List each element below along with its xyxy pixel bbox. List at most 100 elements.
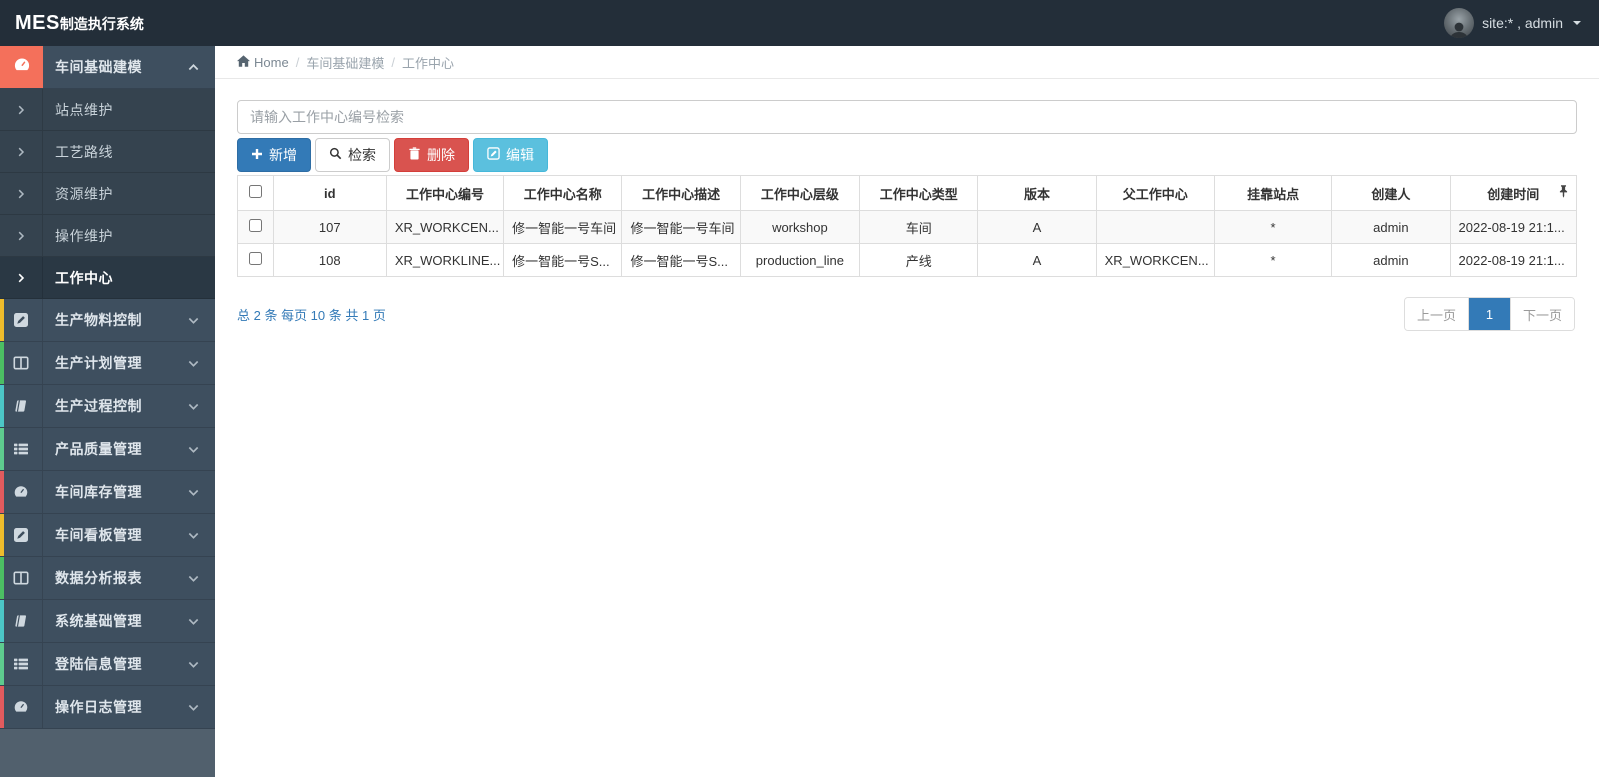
column-header-station[interactable]: 挂靠站点 — [1213, 175, 1333, 211]
sidebar-item-label: 生产计划管理 — [55, 355, 142, 371]
sidebar-item-data-analysis-report[interactable]: 数据分析报表 — [0, 557, 215, 600]
columns-icon — [0, 557, 43, 599]
sidebar-item-operation-log-management[interactable]: 操作日志管理 — [0, 686, 215, 729]
chevron-down-icon — [188, 315, 215, 326]
home-icon — [237, 54, 250, 70]
sidebar-item-process-route[interactable]: 工艺路线 — [0, 131, 215, 173]
sidebar-section-workshop-modeling[interactable]: 车间基础建模 — [0, 46, 215, 89]
app-logo-text: 制造执行系统 — [59, 15, 144, 32]
column-header-level[interactable]: 工作中心层级 — [739, 175, 861, 211]
person-silhouette-icon — [1450, 22, 1468, 38]
pushpin-icon[interactable] — [1559, 185, 1568, 201]
add-button[interactable]: 新增 — [237, 138, 311, 172]
sidebar-item-login-info-management[interactable]: 登陆信息管理 — [0, 643, 215, 686]
pagination-bar: 总 2 条 每页 10 条 共 1 页 上一页 1 下一页 — [237, 297, 1577, 331]
sidebar-item-work-center[interactable]: 工作中心 — [0, 257, 215, 299]
pagination-summary[interactable]: 总 2 条 每页 10 条 共 1 页 — [237, 305, 386, 324]
sidebar-item-production-material-control[interactable]: 生产物料控制 — [0, 299, 215, 342]
work-center-table: id 工作中心编号 工作中心名称 工作中心描述 工作中心层级 工作中心类型 版本… — [237, 175, 1577, 277]
work-center-panel: 新增 检索 删除 编辑 — [215, 79, 1599, 331]
column-header-version[interactable]: 版本 — [977, 175, 1097, 211]
table-row[interactable]: 108 XR_WORKLINE... 修一智能一号S... 修一智能一号S...… — [237, 243, 1577, 277]
breadcrumb-home[interactable]: Home — [237, 55, 289, 70]
chevron-down-icon — [188, 573, 215, 584]
chevron-right-icon — [0, 89, 43, 130]
sidebar-item-production-plan-management[interactable]: 生产计划管理 — [0, 342, 215, 385]
column-header-name[interactable]: 工作中心名称 — [503, 175, 623, 211]
sidebar-item-label: 资源维护 — [55, 185, 113, 202]
search-icon — [329, 147, 342, 163]
th-list-icon — [0, 643, 43, 685]
table-header-row: id 工作中心编号 工作中心名称 工作中心描述 工作中心层级 工作中心类型 版本… — [237, 175, 1577, 211]
sidebar-item-label: 操作日志管理 — [55, 699, 142, 715]
top-navbar: MES制造执行系统 site:* , admin — [0, 0, 1599, 46]
app-logo-bold: MES — [15, 11, 60, 34]
page-1-button[interactable]: 1 — [1467, 298, 1510, 330]
avatar[interactable] — [1444, 8, 1475, 38]
select-all-checkbox[interactable] — [248, 185, 262, 198]
chevron-right-icon — [0, 131, 43, 172]
edit-button[interactable]: 编辑 — [473, 138, 548, 172]
user-menu[interactable]: site:* , admin — [1444, 8, 1599, 38]
column-header-created-time[interactable]: 创建时间 — [1449, 175, 1577, 211]
next-page-button[interactable]: 下一页 — [1509, 298, 1574, 330]
chevron-right-icon — [0, 257, 43, 298]
breadcrumb-level1[interactable]: 车间基础建模 — [306, 53, 384, 72]
column-header-id[interactable]: id — [272, 175, 387, 211]
column-header-type[interactable]: 工作中心类型 — [859, 175, 979, 211]
main-content: Home / 车间基础建模 / 工作中心 新增 检索 删除 编辑 — [215, 46, 1599, 777]
column-header-creator[interactable]: 创建人 — [1331, 175, 1451, 211]
search-input[interactable] — [237, 100, 1577, 134]
sidebar-item-label: 生产过程控制 — [55, 398, 142, 414]
sidebar-item-system-basic-management[interactable]: 系统基础管理 — [0, 600, 215, 643]
sidebar-item-site-maintenance[interactable]: 站点维护 — [0, 89, 215, 131]
chevron-up-icon — [188, 62, 215, 73]
sidebar-item-label: 操作维护 — [55, 227, 113, 244]
column-header-code[interactable]: 工作中心编号 — [385, 175, 505, 211]
sidebar-item-label: 登陆信息管理 — [55, 656, 142, 672]
edit-icon — [487, 147, 500, 163]
table-row[interactable]: 107 XR_WORKCEN... 修一智能一号车间 修一智能一号车间 work… — [237, 210, 1577, 244]
prev-page-button[interactable]: 上一页 — [1404, 298, 1468, 330]
column-header-parent[interactable]: 父工作中心 — [1095, 175, 1215, 211]
sidebar-item-label: 工艺路线 — [55, 143, 113, 160]
search-button[interactable]: 检索 — [315, 138, 390, 172]
breadcrumb-separator: / — [295, 54, 300, 70]
chevron-down-icon — [1573, 21, 1581, 25]
chevron-down-icon — [188, 487, 215, 498]
sidebar-item-resource-maintenance[interactable]: 资源维护 — [0, 173, 215, 215]
breadcrumb-level2: 工作中心 — [401, 55, 454, 71]
chevron-down-icon — [188, 530, 215, 541]
dashboard-icon — [0, 471, 43, 513]
sidebar-item-production-process-control[interactable]: 生产过程控制 — [0, 385, 215, 428]
row-checkbox[interactable] — [248, 252, 262, 265]
sidebar-item-label: 产品质量管理 — [55, 441, 142, 457]
trash-icon — [408, 147, 421, 163]
sidebar-item-workshop-inventory-management[interactable]: 车间库存管理 — [0, 471, 215, 514]
chevron-down-icon — [188, 401, 215, 412]
chevron-right-icon — [0, 215, 43, 256]
delete-button[interactable]: 删除 — [394, 138, 469, 172]
breadcrumb-separator: / — [391, 54, 395, 70]
row-checkbox[interactable] — [248, 219, 262, 232]
user-label[interactable]: site:* , admin — [1482, 15, 1563, 31]
sidebar-item-operation-maintenance[interactable]: 操作维护 — [0, 215, 215, 257]
toolbar: 新增 检索 删除 编辑 — [237, 138, 1577, 172]
sidebar-item-label: 生产物料控制 — [55, 312, 142, 328]
sidebar: 车间基础建模 站点维护 工艺路线 资源维护 操作维护 工作中心 生产物料控制 生… — [0, 46, 215, 777]
th-list-icon — [0, 428, 43, 470]
pager: 上一页 1 下一页 — [1403, 297, 1575, 331]
chevron-down-icon — [188, 659, 215, 670]
sidebar-item-label: 车间看板管理 — [55, 527, 142, 543]
columns-icon — [0, 342, 43, 384]
sidebar-item-label: 站点维护 — [55, 101, 113, 118]
sidebar-item-workshop-board-management[interactable]: 车间看板管理 — [0, 514, 215, 557]
dashboard-icon — [13, 56, 31, 79]
sidebar-item-label: 工作中心 — [55, 269, 113, 286]
column-header-description[interactable]: 工作中心描述 — [621, 175, 741, 211]
book-icon — [0, 385, 43, 427]
sidebar-item-product-quality-management[interactable]: 产品质量管理 — [0, 428, 215, 471]
dashboard-icon — [0, 686, 43, 728]
sidebar-section-label: 车间基础建模 — [55, 59, 142, 75]
chevron-down-icon — [188, 358, 215, 369]
